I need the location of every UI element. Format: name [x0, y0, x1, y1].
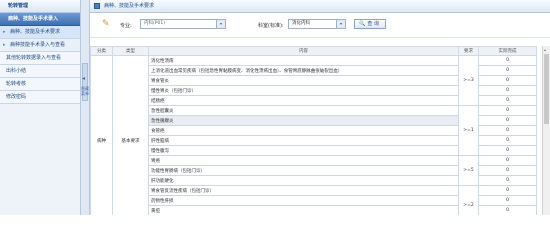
- sidebar-item-requirements[interactable]: 病种、技能及手术要求: [0, 26, 80, 39]
- actual-cell: 0: [478, 205, 537, 215]
- actual-cell: 0: [478, 195, 537, 206]
- sidebar: 轮转管理 病种、技能及手术录入 病种、技能及手术要求 病种技能手术录入与查看 其…: [0, 0, 81, 215]
- scroll-up-icon[interactable]: ▴: [544, 47, 546, 52]
- actual-cell: 0: [478, 145, 537, 156]
- requirement-cell: >=3: [458, 55, 479, 106]
- sidebar-item-summary[interactable]: 出科小结: [0, 65, 80, 78]
- content-cell: 药物性肝损: [148, 195, 459, 206]
- content-cell: 肝性脑病: [148, 135, 459, 146]
- category-cell: 病种: [90, 55, 113, 215]
- table-header-row: 分类 类型 内容 要求 实际完成: [90, 46, 537, 56]
- content-cell: 急性胆囊炎: [148, 105, 459, 116]
- col-requirement-header: 要求: [458, 46, 479, 56]
- query-button-label: 查 询: [367, 21, 379, 27]
- department-select-value: 消化内科: [292, 21, 310, 26]
- sidebar-item-assessment[interactable]: 轮转考核: [0, 78, 80, 91]
- content-cell: 消化性溃疡: [148, 55, 459, 66]
- actual-cell: 0: [478, 65, 537, 76]
- vertical-scrollbar[interactable]: ▴: [542, 46, 550, 215]
- requirement-cell: >=2: [458, 185, 479, 215]
- content-cell: 胃食管反流性疾病（包括门诊）: [148, 185, 459, 196]
- actual-cell: 0: [478, 105, 537, 116]
- specialty-label: 专业:: [120, 23, 132, 29]
- content-cell: 结肠癌: [148, 95, 459, 106]
- table-row: 胃癌 >=5 0: [91, 155, 537, 186]
- specialty-select-value: 内科(P01): [144, 21, 165, 26]
- content-cell: 功能性胃肠病（包括门诊）: [148, 165, 459, 176]
- requirements-table: 分类 类型 内容 要求 实际完成 病种 基本要求 消化性溃疡 >=3 0 上消化道出血常见…: [90, 46, 537, 215]
- col-actual-header: 实际完成: [478, 46, 537, 56]
- department-select[interactable]: 消化内科 ▾: [288, 19, 346, 29]
- page-title: 病种、技能及手术要求: [104, 3, 155, 9]
- collapse-arrow-icon[interactable]: ◂: [82, 75, 85, 82]
- sidebar-item-other-data[interactable]: 其他轮转数据录入与查看: [0, 52, 80, 65]
- content-cell: 慢性胃炎（包括门诊）: [148, 85, 459, 96]
- page-titlebar: 病种、技能及手术要求: [90, 0, 550, 13]
- filter-bar: ✎ 专业: 内科(P01) ▾ 科室(标准): 消化内科 ▾ 🔍 查 询: [90, 13, 550, 38]
- actual-cell: 0: [478, 85, 537, 96]
- actual-cell: 0: [478, 155, 537, 166]
- actual-cell: 0: [478, 135, 537, 146]
- search-icon: 🔍: [359, 21, 366, 27]
- title-icon: [94, 3, 100, 9]
- sidebar-splitter[interactable]: ◂ 隐藏菜单: [81, 0, 90, 215]
- actual-cell: 0: [478, 165, 537, 176]
- requirements-table-wrap: 分类 类型 内容 要求 实际完成 病种 基本要求 消化性溃疡 >=3 0 上消化道出血常见…: [90, 46, 542, 215]
- actual-cell: 0: [478, 75, 537, 86]
- content-cell: 黄疸: [148, 205, 459, 215]
- table-row: 胃食管反流性疾病（包括门诊） >=2 0: [91, 185, 537, 215]
- actual-cell: 0: [478, 175, 537, 186]
- col-type-header: 类型: [112, 46, 149, 56]
- content-cell: 肝功能硬化: [148, 175, 459, 186]
- chevron-down-icon: ▾: [336, 20, 345, 28]
- content-cell: 胃食管炎: [148, 75, 459, 86]
- table-row: 急性胆囊炎 >=1 0: [91, 105, 537, 156]
- query-button[interactable]: 🔍 查 询: [354, 19, 386, 29]
- sidebar-group-disease-entry[interactable]: 病种、技能及手术录入: [0, 13, 80, 26]
- actual-cell: 0: [478, 115, 537, 126]
- requirement-cell: >=5: [458, 155, 479, 186]
- col-category-header: 分类: [90, 46, 113, 56]
- content-cell: 上消化道出血常见疾病（包括急性胃黏膜病变、消化性溃疡出血）、食管胃底静脉曲张破裂…: [148, 65, 459, 76]
- actual-cell: 0: [478, 95, 537, 106]
- sidebar-item-entry-view[interactable]: 病种技能手术录入与查看: [0, 39, 80, 52]
- actual-cell: 0: [478, 125, 537, 136]
- sidebar-item-change-password[interactable]: 修改密码: [0, 91, 80, 104]
- specialty-select[interactable]: 内科(P01) ▾: [140, 19, 226, 29]
- type-cell: 基本要求: [112, 55, 149, 215]
- content-cell: 急性胰腺炎: [148, 115, 459, 126]
- sidebar-header: 轮转管理: [0, 0, 80, 13]
- requirement-cell: >=1: [458, 105, 479, 156]
- splitter-label: 隐藏菜单: [81, 86, 89, 96]
- main-panel: 病种、技能及手术要求 ✎ 专业: 内科(P01) ▾ 科室(标准): 消化内科 …: [90, 0, 550, 215]
- content-cell: 胃癌: [148, 155, 459, 166]
- actual-cell: 0: [478, 55, 537, 66]
- content-cell: 食管癌: [148, 125, 459, 136]
- actual-cell: 0: [478, 185, 537, 196]
- chevron-down-icon: ▾: [216, 20, 225, 28]
- content-cell: 慢性腹泻: [148, 145, 459, 156]
- col-content-header: 内容: [148, 46, 459, 56]
- table-row: 病种 基本要求 消化性溃疡 >=3 0: [90, 55, 537, 215]
- pencil-icon: ✎: [102, 19, 110, 29]
- scrollbar-thumb[interactable]: [544, 54, 549, 124]
- department-label: 科室(标准):: [258, 23, 284, 29]
